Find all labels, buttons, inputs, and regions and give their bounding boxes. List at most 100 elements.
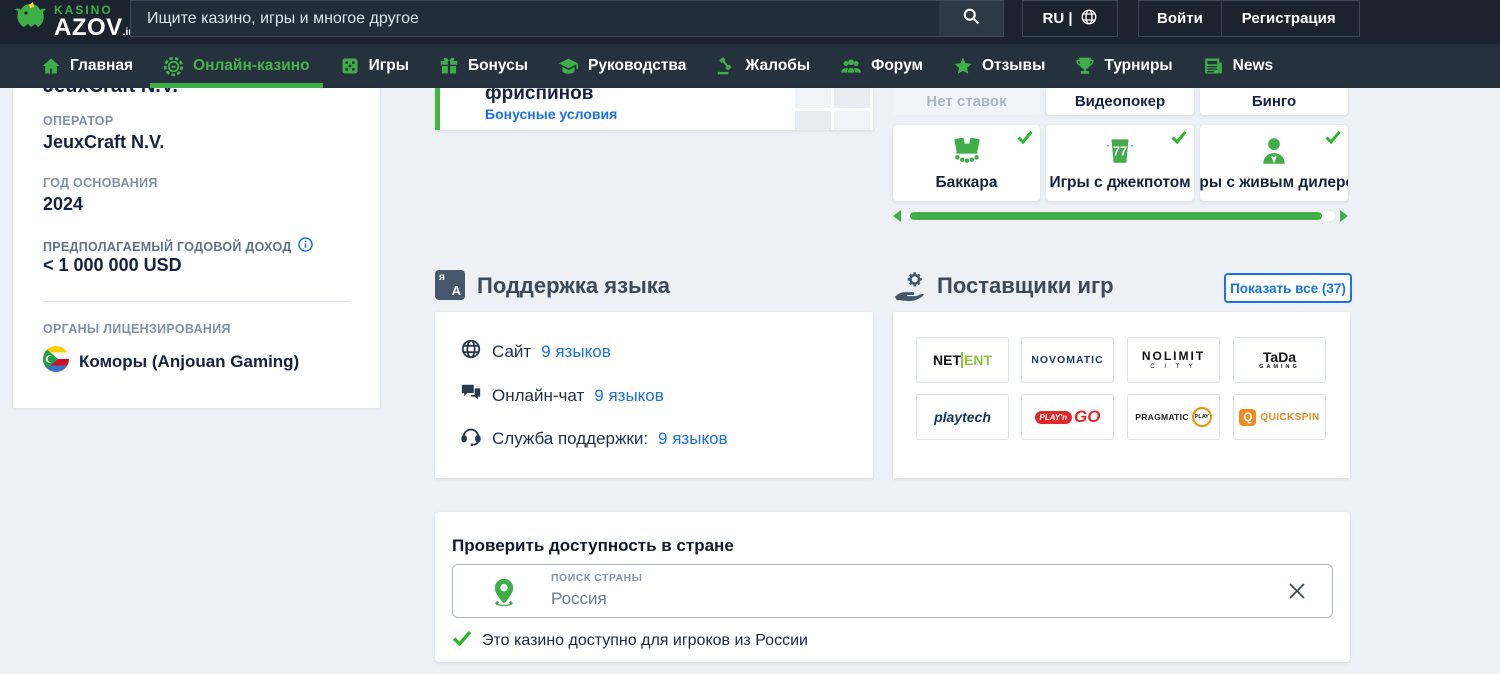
nav-label: Турниры bbox=[1104, 57, 1172, 75]
license-item[interactable]: Коморы (Anjouan Gaming) bbox=[43, 346, 299, 377]
revenue-label: ПРЕДПОЛАГАЕМЫЙ ГОДОВОЙ ДОХОД bbox=[43, 240, 292, 254]
site-logo[interactable]: KASINO AZOV.info bbox=[12, 2, 144, 42]
nav-label: Жалобы bbox=[745, 57, 810, 75]
site-languages-link[interactable]: 9 языков bbox=[541, 342, 611, 362]
nav-item-games[interactable]: Игры bbox=[325, 44, 424, 88]
live-dealer-icon bbox=[1257, 134, 1291, 173]
jackpot-slot-icon: 77 bbox=[1103, 134, 1137, 173]
gavel-icon bbox=[716, 56, 736, 76]
providers-title: Поставщики игр bbox=[937, 273, 1114, 299]
crocodile-logo-icon bbox=[12, 1, 50, 44]
top-header: KASINO AZOV.info RU | bbox=[0, 0, 1500, 44]
success-check-icon bbox=[452, 630, 472, 651]
nav-item-tournaments[interactable]: Турниры bbox=[1060, 44, 1187, 88]
language-support-card: Сайт 9 языков Онлайн-чат 9 языков Служба… bbox=[435, 312, 873, 478]
clipped-bonus-title: фриспинов bbox=[485, 88, 593, 105]
casino-info-sidebar: JeuxCraft N.V. ОПЕРАТОР JeuxCraft N.V. Г… bbox=[13, 88, 380, 408]
headset-icon bbox=[460, 425, 482, 452]
main-nav: Главная Онлайн-казино Игры Бонусы bbox=[0, 44, 1500, 88]
search-button[interactable] bbox=[939, 1, 1003, 36]
location-pin-icon bbox=[493, 578, 515, 611]
country-search-field[interactable]: ПОИСК СТРАНЫ Россия bbox=[452, 564, 1333, 618]
providers-card: NETENT NOVOMATIC NOLIMITC I T Y TaDaGAMI… bbox=[893, 312, 1350, 478]
hand-gear-icon bbox=[893, 270, 927, 307]
game-type-live-dealer[interactable]: Игры с живым дилером bbox=[1200, 125, 1348, 201]
page: KASINO AZOV.info RU | bbox=[0, 0, 1500, 674]
game-type-no-bets[interactable]: Нет ставок bbox=[893, 88, 1040, 115]
game-type-jackpot[interactable]: 77 Игры с джекпотом bbox=[1046, 125, 1194, 201]
clear-icon[interactable] bbox=[1288, 582, 1306, 605]
nav-label: News bbox=[1233, 57, 1274, 75]
search-input[interactable] bbox=[131, 10, 939, 28]
baccarat-icon bbox=[950, 134, 984, 173]
carousel-right-arrow[interactable] bbox=[1340, 210, 1348, 222]
availability-result-text: Это казино доступно для игроков из Росси… bbox=[482, 632, 808, 650]
bonus-terms-link[interactable]: Бонусные условия bbox=[485, 106, 617, 122]
lang-code: RU | bbox=[1042, 10, 1072, 27]
game-type-videopoker[interactable]: Видеопокер bbox=[1046, 88, 1194, 115]
search-icon bbox=[961, 6, 981, 31]
casino-chip-icon bbox=[163, 56, 184, 77]
provider-nolimit-city[interactable]: NOLIMITC I T Y bbox=[1127, 337, 1220, 383]
nav-item-guides[interactable]: Руководства bbox=[543, 44, 701, 88]
provider-quickspin[interactable]: QQUICKSPIN bbox=[1233, 394, 1326, 440]
show-all-providers-button[interactable]: Показать все (37) bbox=[1224, 273, 1352, 303]
game-type-baccarat[interactable]: Баккара bbox=[893, 125, 1040, 201]
nav-item-online-casino[interactable]: Онлайн-казино bbox=[148, 44, 325, 88]
star-icon bbox=[953, 56, 973, 76]
provider-playtech[interactable]: playtech bbox=[916, 394, 1009, 440]
provider-novomatic[interactable]: NOVOMATIC bbox=[1021, 337, 1114, 383]
login-button[interactable]: Войти bbox=[1139, 1, 1221, 36]
dice-icon bbox=[340, 56, 360, 76]
support-languages-link[interactable]: 9 языков bbox=[658, 429, 728, 449]
nav-item-news[interactable]: News bbox=[1188, 44, 1289, 88]
bonus-image-fragment bbox=[834, 88, 870, 108]
founded-label: ГОД ОСНОВАНИЯ bbox=[43, 176, 158, 190]
availability-card: Проверить доступность в стране ПОИСК СТР… bbox=[435, 512, 1350, 662]
provider-tada-gaming[interactable]: TaDaGAMING bbox=[1233, 337, 1326, 383]
svg-text:77: 77 bbox=[1113, 143, 1127, 158]
nav-item-bonuses[interactable]: Бонусы bbox=[424, 44, 543, 88]
trophy-icon bbox=[1075, 56, 1095, 76]
language-support-title: Поддержка языка bbox=[477, 273, 670, 299]
language-selector[interactable]: RU | bbox=[1022, 0, 1118, 37]
license-name: Коморы (Anjouan Gaming) bbox=[79, 352, 299, 372]
language-row-site: Сайт 9 языков bbox=[460, 338, 611, 365]
revenue-value: < 1 000 000 USD bbox=[43, 255, 182, 276]
provider-pragmatic-play[interactable]: PRAGMATICPLAY bbox=[1127, 394, 1220, 440]
language-row-support: Служба поддержки: 9 языков bbox=[460, 425, 728, 452]
licensing-label: ОРГАНЫ ЛИЦЕНЗИРОВАНИЯ bbox=[43, 322, 231, 336]
operator-value: JeuxCraft N.V. bbox=[43, 132, 164, 153]
country-search-label: ПОИСК СТРАНЫ bbox=[551, 572, 642, 584]
info-icon[interactable] bbox=[298, 237, 313, 257]
chat-languages-link[interactable]: 9 языков bbox=[594, 386, 664, 406]
newspaper-icon bbox=[1203, 56, 1224, 76]
nav-item-home[interactable]: Главная bbox=[26, 44, 148, 88]
nav-item-forum[interactable]: Форум bbox=[825, 44, 938, 88]
register-button[interactable]: Регистрация bbox=[1222, 1, 1356, 36]
auth-buttons: Войти Регистрация bbox=[1138, 0, 1360, 37]
bonus-image-fragment bbox=[795, 88, 831, 108]
nav-item-reviews[interactable]: Отзывы bbox=[938, 44, 1060, 88]
country-search-value: Россия bbox=[551, 589, 607, 609]
graduation-cap-icon bbox=[558, 56, 579, 77]
provider-playngo[interactable]: PLAY'nGO bbox=[1021, 394, 1114, 440]
logo-azov-text: AZOV bbox=[54, 14, 123, 41]
nav-label: Форум bbox=[871, 57, 923, 75]
gift-icon bbox=[439, 56, 459, 76]
globe-icon bbox=[1080, 8, 1098, 30]
available-check-icon bbox=[1017, 130, 1033, 149]
availability-title: Проверить доступность в стране bbox=[452, 536, 734, 556]
carousel-scrollbar-thumb[interactable] bbox=[910, 212, 1322, 220]
operator-label: ОПЕРАТОР bbox=[43, 114, 113, 128]
bonus-image-fragment bbox=[795, 111, 831, 130]
game-type-bingo[interactable]: Бинго bbox=[1200, 88, 1348, 115]
comoros-flag-icon bbox=[43, 346, 69, 377]
clipped-casino-title: JeuxCraft N.V. bbox=[43, 88, 343, 97]
available-check-icon bbox=[1325, 130, 1341, 149]
provider-netent[interactable]: NETENT bbox=[916, 337, 1009, 383]
nav-item-complaints[interactable]: Жалобы bbox=[701, 44, 825, 88]
founded-value: 2024 bbox=[43, 194, 83, 215]
carousel-left-arrow[interactable] bbox=[893, 210, 901, 222]
home-icon bbox=[41, 56, 61, 76]
